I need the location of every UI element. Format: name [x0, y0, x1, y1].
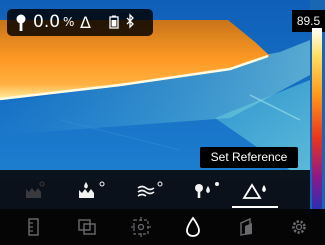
measure-button[interactable]	[14, 209, 54, 245]
dew-point-icon	[77, 179, 107, 201]
active-indicator	[232, 206, 278, 208]
probe-pin-icon	[15, 9, 27, 36]
humidity-disabled-icon	[23, 179, 45, 201]
probe-button[interactable]	[180, 170, 232, 209]
delta-reference-button[interactable]	[226, 170, 284, 209]
moisture-button[interactable]	[173, 209, 213, 245]
emissivity-unit: %	[63, 15, 75, 29]
humidity-button[interactable]	[8, 170, 60, 209]
emissivity-value: 0.0	[33, 12, 61, 32]
air-temperature-icon	[135, 179, 165, 201]
image-blend-button[interactable]	[67, 209, 107, 245]
settings-gear-icon	[289, 217, 309, 237]
air-temperature-button[interactable]	[124, 170, 176, 209]
moisture-drop-icon	[184, 216, 202, 238]
palette-button[interactable]	[226, 209, 266, 245]
image-blend-icon	[77, 217, 97, 237]
battery-icon	[109, 9, 119, 36]
settings-button[interactable]	[279, 209, 319, 245]
measure-icon	[25, 217, 43, 237]
bluetooth-icon	[125, 9, 135, 36]
delta-symbol: Δ	[80, 13, 91, 32]
status-bar: 0.0 % Δ	[7, 9, 153, 36]
dew-point-button[interactable]	[66, 170, 118, 209]
spot-target-icon	[130, 216, 152, 238]
palette-icon	[236, 217, 256, 237]
thermal-screen: 89.5 0.0 % Δ Set Reference	[0, 0, 325, 245]
tooltip-set-reference: Set Reference	[200, 147, 298, 168]
spot-target-button[interactable]	[121, 209, 161, 245]
main-toolbar	[0, 209, 325, 245]
mode-submenu	[0, 170, 310, 209]
delta-reference-icon	[240, 179, 270, 201]
probe-drop-icon	[191, 179, 221, 201]
